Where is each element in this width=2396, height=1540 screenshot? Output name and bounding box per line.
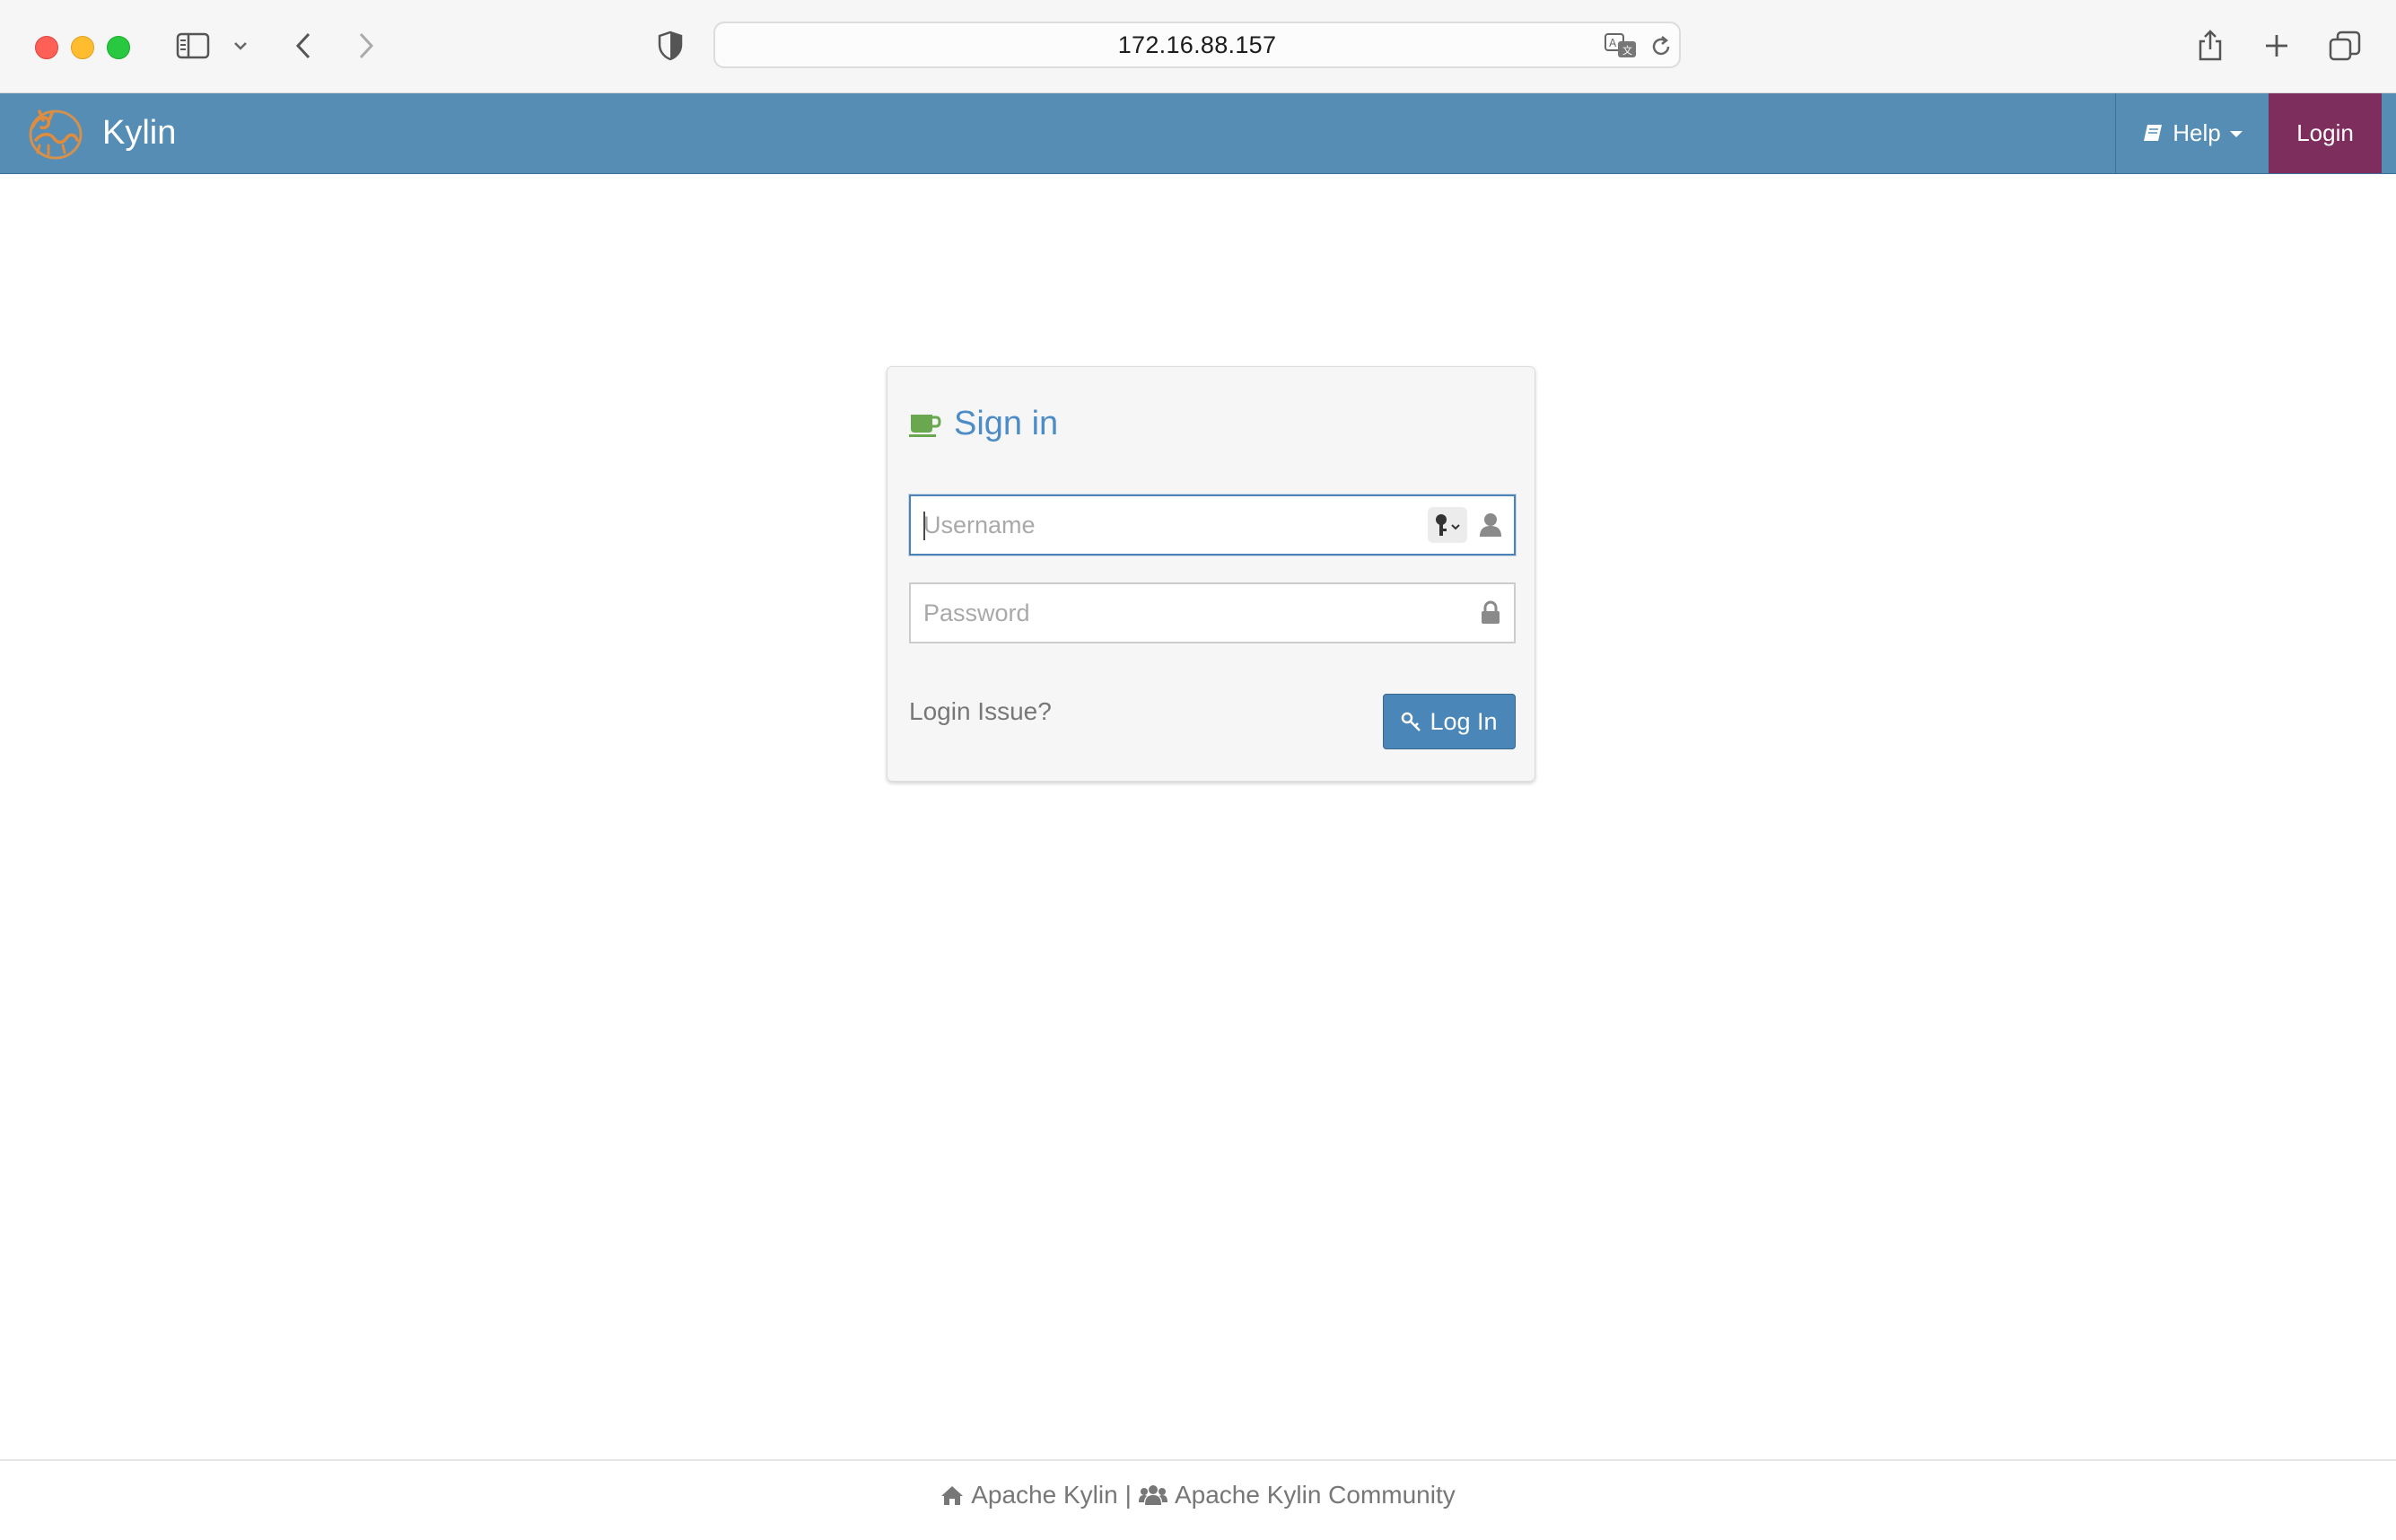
tab-group-menu-button[interactable] [230,23,251,68]
password-input[interactable] [920,584,1430,642]
home-icon [940,1484,964,1506]
navbar-edge [2382,93,2396,173]
reload-icon[interactable] [1648,34,1674,59]
footer: Apache Kylin | Apache Kylin Community [0,1481,2396,1509]
sidebar-icon [176,32,210,59]
tab-overview-button[interactable] [2328,23,2362,68]
url-text: 172.16.88.157 [1117,31,1277,58]
login-issue-link[interactable]: Login Issue? [909,697,1052,726]
close-window-button[interactable] [35,36,58,59]
book-icon [2144,124,2163,143]
footer-separator: | [1124,1481,1132,1509]
signin-heading: Sign in [909,405,1058,443]
nav-login-label: Login [2296,119,2354,146]
chevron-down-icon [234,42,247,50]
password-field[interactable] [909,582,1516,643]
key-icon [1402,712,1421,731]
translate-icon[interactable]: A 文 [1604,32,1638,59]
key-icon [1436,514,1460,536]
privacy-report-button[interactable] [655,23,686,68]
shield-icon [658,31,683,61]
footer-divider [0,1459,2396,1461]
back-icon [295,32,310,59]
text-caret [923,512,925,540]
signin-panel: Sign in Login Issue? [887,366,1535,782]
address-bar[interactable]: 172.16.88.157 A 文 [713,22,1681,68]
forward-button[interactable] [350,23,382,68]
browser-toolbar: 172.16.88.157 A 文 [0,0,2396,93]
new-tab-button[interactable] [2261,23,2292,68]
apache-kylin-link[interactable]: Apache Kylin [971,1481,1117,1509]
brand-name: Kylin [102,113,177,152]
forward-icon [359,32,374,59]
password-autofill-button[interactable] [1428,507,1467,543]
lock-icon [1476,599,1505,627]
help-label: Help [2173,119,2221,146]
tabs-icon [2329,31,2361,61]
log-in-label: Log In [1430,707,1498,735]
svg-text:A: A [1609,37,1617,49]
minimize-window-button[interactable] [71,36,94,59]
help-dropdown[interactable]: Help [2115,93,2270,173]
user-icon [1476,511,1505,539]
apache-kylin-community-link[interactable]: Apache Kylin Community [1175,1481,1456,1509]
nav-login-link[interactable]: Login [2269,93,2382,173]
sidebar-toggle-button[interactable] [174,23,212,68]
back-button[interactable] [287,23,319,68]
username-input[interactable] [920,496,1430,554]
caret-down-icon [2229,130,2243,137]
share-icon [2199,30,2222,61]
plus-icon [2266,35,2287,57]
zoom-window-button[interactable] [107,36,130,59]
signin-title: Sign in [954,405,1059,442]
log-in-button[interactable]: Log In [1383,694,1516,749]
brand[interactable]: Kylin [23,102,176,163]
share-button[interactable] [2195,23,2225,68]
username-field[interactable] [909,494,1516,556]
coffee-icon [909,414,941,437]
users-icon [1138,1484,1167,1506]
app-navbar: Kylin Help Login [0,93,2396,174]
kylin-logo-icon [29,109,83,160]
svg-text:文: 文 [1622,44,1632,57]
